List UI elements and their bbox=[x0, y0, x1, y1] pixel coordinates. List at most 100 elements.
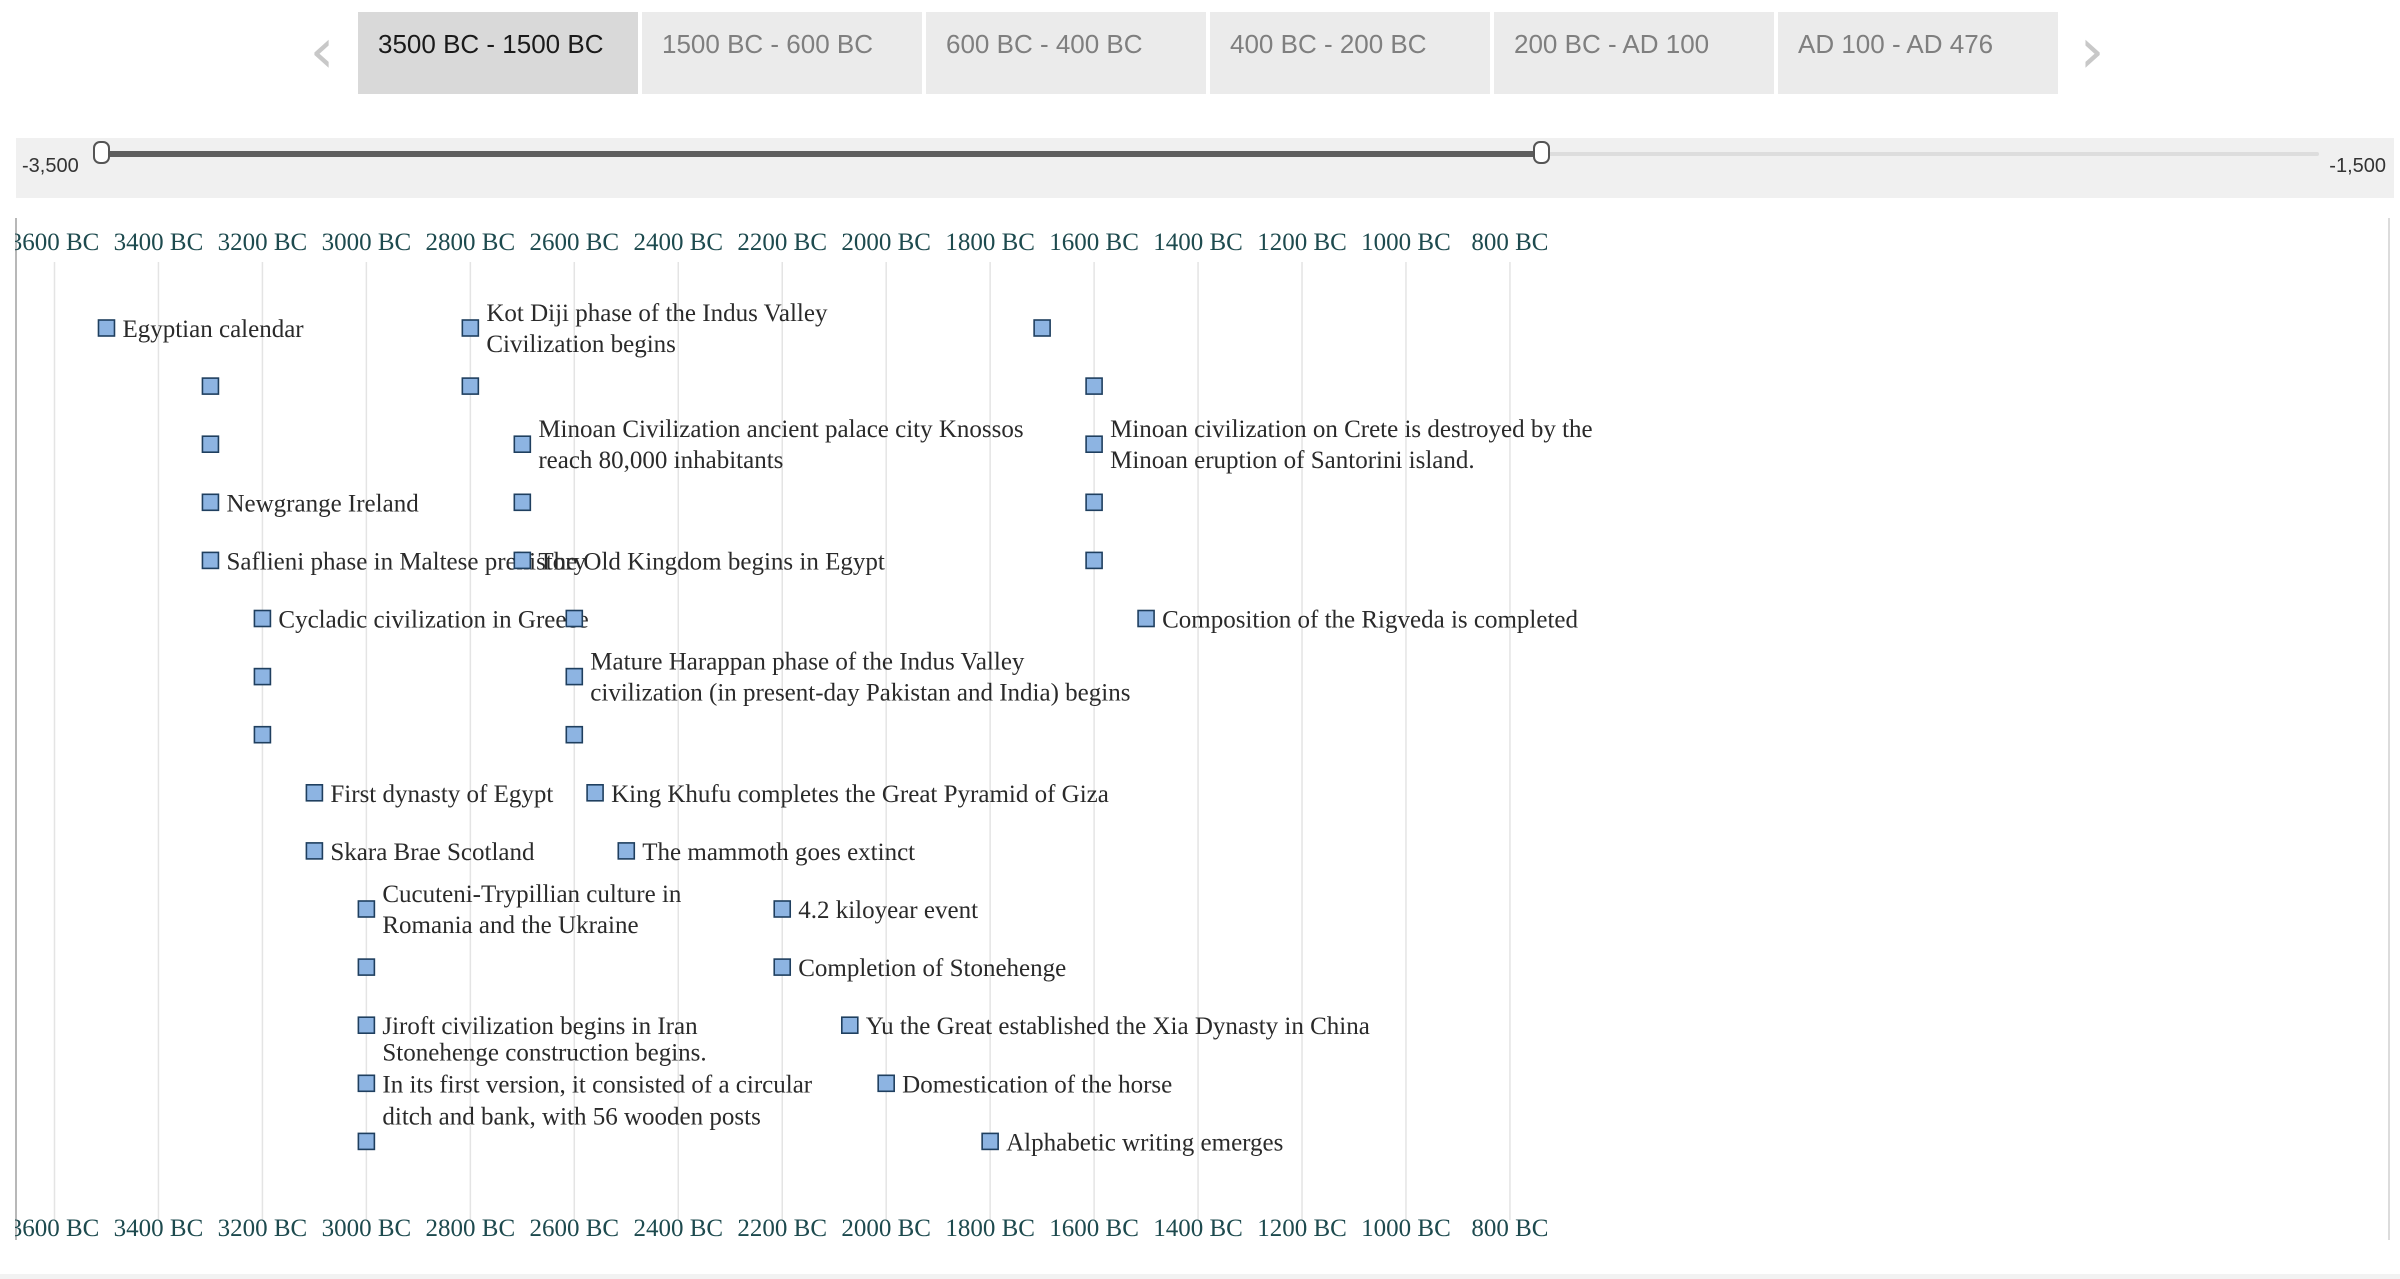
event-marker[interactable] bbox=[253, 725, 272, 744]
event-marker[interactable] bbox=[565, 667, 584, 686]
event-marker[interactable] bbox=[586, 783, 604, 802]
tick-label-top: 2200 BC bbox=[737, 229, 827, 256]
timeline-event[interactable] bbox=[461, 377, 480, 395]
timeline-event[interactable]: Mature Harappan phase of the Indus Valle… bbox=[565, 649, 1130, 707]
tick-label-bottom: 3000 BC bbox=[322, 1215, 412, 1242]
period-tab[interactable]: 200 BC - AD 100 bbox=[1494, 12, 1774, 94]
period-tab[interactable]: 1500 BC - 600 BC bbox=[642, 12, 922, 94]
timeline-event[interactable]: Domestication of the horse bbox=[877, 1071, 1172, 1098]
event-label: ditch and bank, with 56 wooden posts bbox=[382, 1103, 760, 1130]
tick-label-top: 1000 BC bbox=[1361, 229, 1451, 256]
tick-label-bottom: 1600 BC bbox=[1049, 1215, 1139, 1242]
tick-label-bottom: 2000 BC bbox=[841, 1215, 931, 1242]
event-marker[interactable] bbox=[357, 958, 376, 976]
timeline-event[interactable]: King Khufu completes the Great Pyramid o… bbox=[586, 781, 1109, 808]
timeline-event[interactable]: Cucuteni-Trypillian culture in Romania an… bbox=[357, 881, 682, 939]
event-marker[interactable] bbox=[357, 900, 376, 918]
timeline-event[interactable] bbox=[357, 1132, 376, 1151]
event-label: Romania and the Ukraine bbox=[382, 912, 638, 939]
event-marker[interactable] bbox=[565, 725, 584, 744]
timeline-event[interactable]: 4.2 kiloyear event bbox=[773, 897, 978, 924]
event-marker[interactable] bbox=[773, 958, 792, 976]
event-marker[interactable] bbox=[461, 377, 480, 395]
timeline-event[interactable]: Jiroft civilization begins in Iran bbox=[357, 1013, 698, 1040]
event-marker[interactable] bbox=[565, 609, 584, 628]
event-marker[interactable] bbox=[877, 1074, 895, 1093]
event-marker[interactable] bbox=[1137, 609, 1155, 628]
timeline-event[interactable]: Composition of the Rigveda is completed bbox=[1137, 607, 1578, 634]
event-marker[interactable] bbox=[305, 783, 324, 802]
timeline-event[interactable] bbox=[201, 377, 220, 395]
event-marker[interactable] bbox=[461, 319, 480, 337]
period-tab[interactable]: AD 100 - AD 476 bbox=[1778, 12, 2058, 94]
event-label: Mature Harappan phase of the Indus Valle… bbox=[590, 649, 1025, 676]
event-marker[interactable] bbox=[253, 667, 272, 686]
chevron-right-icon[interactable]: › bbox=[2072, 20, 2112, 82]
event-marker[interactable] bbox=[305, 842, 324, 860]
timeline-event[interactable]: Cycladic civilization in Greece bbox=[253, 607, 589, 634]
event-marker[interactable] bbox=[201, 493, 220, 512]
event-marker[interactable] bbox=[1085, 435, 1103, 453]
chevron-left-icon[interactable]: ‹ bbox=[302, 20, 342, 82]
timeline-event[interactable]: Minoan Civilization ancient palace city … bbox=[513, 416, 1024, 474]
timeline-event[interactable]: Newgrange Ireland bbox=[201, 490, 419, 517]
timeline-event[interactable] bbox=[1085, 493, 1103, 512]
timeline-event[interactable]: Egyptian calendar bbox=[97, 316, 304, 343]
timeline-event[interactable] bbox=[201, 435, 220, 453]
event-marker[interactable] bbox=[201, 551, 220, 570]
timeline-event[interactable] bbox=[253, 725, 272, 744]
event-marker[interactable] bbox=[201, 435, 220, 453]
event-marker[interactable] bbox=[617, 842, 636, 860]
tick-label-bottom: 2800 BC bbox=[426, 1215, 516, 1242]
timeline-event[interactable] bbox=[1085, 551, 1103, 570]
timeline-event[interactable]: Stonehenge construction begins. In its fi… bbox=[357, 1039, 813, 1130]
event-marker[interactable] bbox=[1033, 319, 1051, 337]
event-marker[interactable] bbox=[840, 1016, 859, 1035]
event-marker[interactable] bbox=[201, 377, 220, 395]
range-end-handle[interactable] bbox=[1533, 141, 1550, 164]
tick-label-top: 1800 BC bbox=[945, 229, 1035, 256]
event-marker[interactable] bbox=[357, 1132, 376, 1151]
timeline-event[interactable] bbox=[565, 609, 584, 628]
timeline-event[interactable] bbox=[357, 958, 376, 976]
timeline-event[interactable] bbox=[513, 493, 532, 512]
event-marker[interactable] bbox=[1085, 551, 1103, 570]
event-label: Minoan civilization on Crete is destroye… bbox=[1110, 416, 1593, 443]
timeline-event[interactable]: Skara Brae Scotland bbox=[305, 839, 535, 866]
timeline-event[interactable]: Minoan civilization on Crete is destroye… bbox=[1085, 416, 1593, 474]
period-tab[interactable]: 3500 BC - 1500 BC bbox=[358, 12, 638, 94]
timeline-event[interactable] bbox=[1085, 377, 1103, 395]
event-marker[interactable] bbox=[1085, 493, 1103, 512]
event-label: reach 80,000 inhabitants bbox=[538, 447, 783, 474]
period-tab[interactable]: 400 BC - 200 BC bbox=[1210, 12, 1490, 94]
event-label: The Old Kingdom begins in Egypt bbox=[538, 548, 885, 575]
tick-label-bottom: 2200 BC bbox=[737, 1215, 827, 1242]
event-marker[interactable] bbox=[97, 319, 116, 337]
timeline-event[interactable]: Yu the Great established the Xia Dynasty… bbox=[840, 1013, 1370, 1040]
timeline-event[interactable] bbox=[253, 667, 272, 686]
timeline-event[interactable] bbox=[1033, 319, 1051, 337]
event-marker[interactable] bbox=[513, 435, 532, 453]
range-start-handle[interactable] bbox=[93, 141, 110, 164]
timeline-event[interactable]: Kot Diji phase of the Indus Valley Civili… bbox=[461, 300, 828, 358]
event-label: The mammoth goes extinct bbox=[642, 839, 915, 866]
tick-label-top: 800 BC bbox=[1471, 229, 1548, 256]
timeline-event[interactable]: The mammoth goes extinct bbox=[617, 839, 915, 866]
event-marker[interactable] bbox=[357, 1016, 376, 1035]
timeline-event[interactable]: Completion of Stonehenge bbox=[773, 955, 1066, 982]
event-marker[interactable] bbox=[1085, 377, 1103, 395]
timeline-event[interactable]: Alphabetic writing emerges bbox=[981, 1129, 1283, 1156]
event-marker[interactable] bbox=[981, 1132, 999, 1151]
event-marker[interactable] bbox=[513, 551, 532, 570]
event-marker[interactable] bbox=[513, 493, 532, 512]
timeline-event[interactable]: The Old Kingdom begins in Egypt bbox=[513, 548, 885, 575]
timeline-event[interactable]: First dynasty of Egypt bbox=[305, 781, 553, 808]
event-marker[interactable] bbox=[773, 900, 792, 918]
timeline-event[interactable] bbox=[565, 725, 584, 744]
event-marker[interactable] bbox=[253, 609, 272, 628]
event-label: Saflieni phase in Maltese prehistory bbox=[226, 548, 586, 575]
event-marker[interactable] bbox=[357, 1074, 376, 1093]
range-track[interactable] bbox=[93, 141, 2319, 164]
period-tab[interactable]: 600 BC - 400 BC bbox=[926, 12, 1206, 94]
tick-label-bottom: 2400 BC bbox=[633, 1215, 723, 1242]
